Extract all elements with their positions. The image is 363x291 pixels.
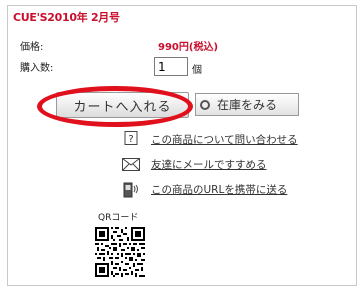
- send-url-to-mobile-link[interactable]: この商品のURLを携帯に送る: [151, 182, 287, 197]
- check-stock-label: 在庫をみる: [217, 98, 278, 112]
- quantity-label: 購入数:: [20, 63, 54, 74]
- link-row-inquiry: ? この商品について問い合わせる: [122, 131, 298, 147]
- price-value: 990円(税込): [158, 42, 219, 53]
- product-title: CUE'S2010年 2月号: [13, 11, 120, 24]
- link-row-email: 友達にメールですすめる: [122, 156, 267, 172]
- question-icon: ?: [122, 131, 140, 147]
- price-label: 価格:: [20, 42, 44, 53]
- add-to-cart-button[interactable]: カートへ入れる: [56, 92, 189, 118]
- inquiry-link[interactable]: この商品について問い合わせる: [151, 132, 298, 147]
- link-row-mobile: この商品のURLを携帯に送る: [122, 181, 287, 197]
- quantity-unit: 個: [192, 65, 202, 76]
- svg-text:?: ?: [128, 134, 133, 145]
- mobile-phone-icon: [122, 181, 140, 197]
- qr-code-image: [95, 227, 145, 277]
- qr-code-label: QRコード: [98, 213, 139, 223]
- check-stock-button[interactable]: 在庫をみる: [195, 93, 299, 116]
- quantity-input[interactable]: [154, 57, 188, 76]
- email-friend-link[interactable]: 友達にメールですすめる: [151, 157, 267, 172]
- radio-circle-icon: [200, 99, 210, 110]
- envelope-icon: [122, 156, 140, 172]
